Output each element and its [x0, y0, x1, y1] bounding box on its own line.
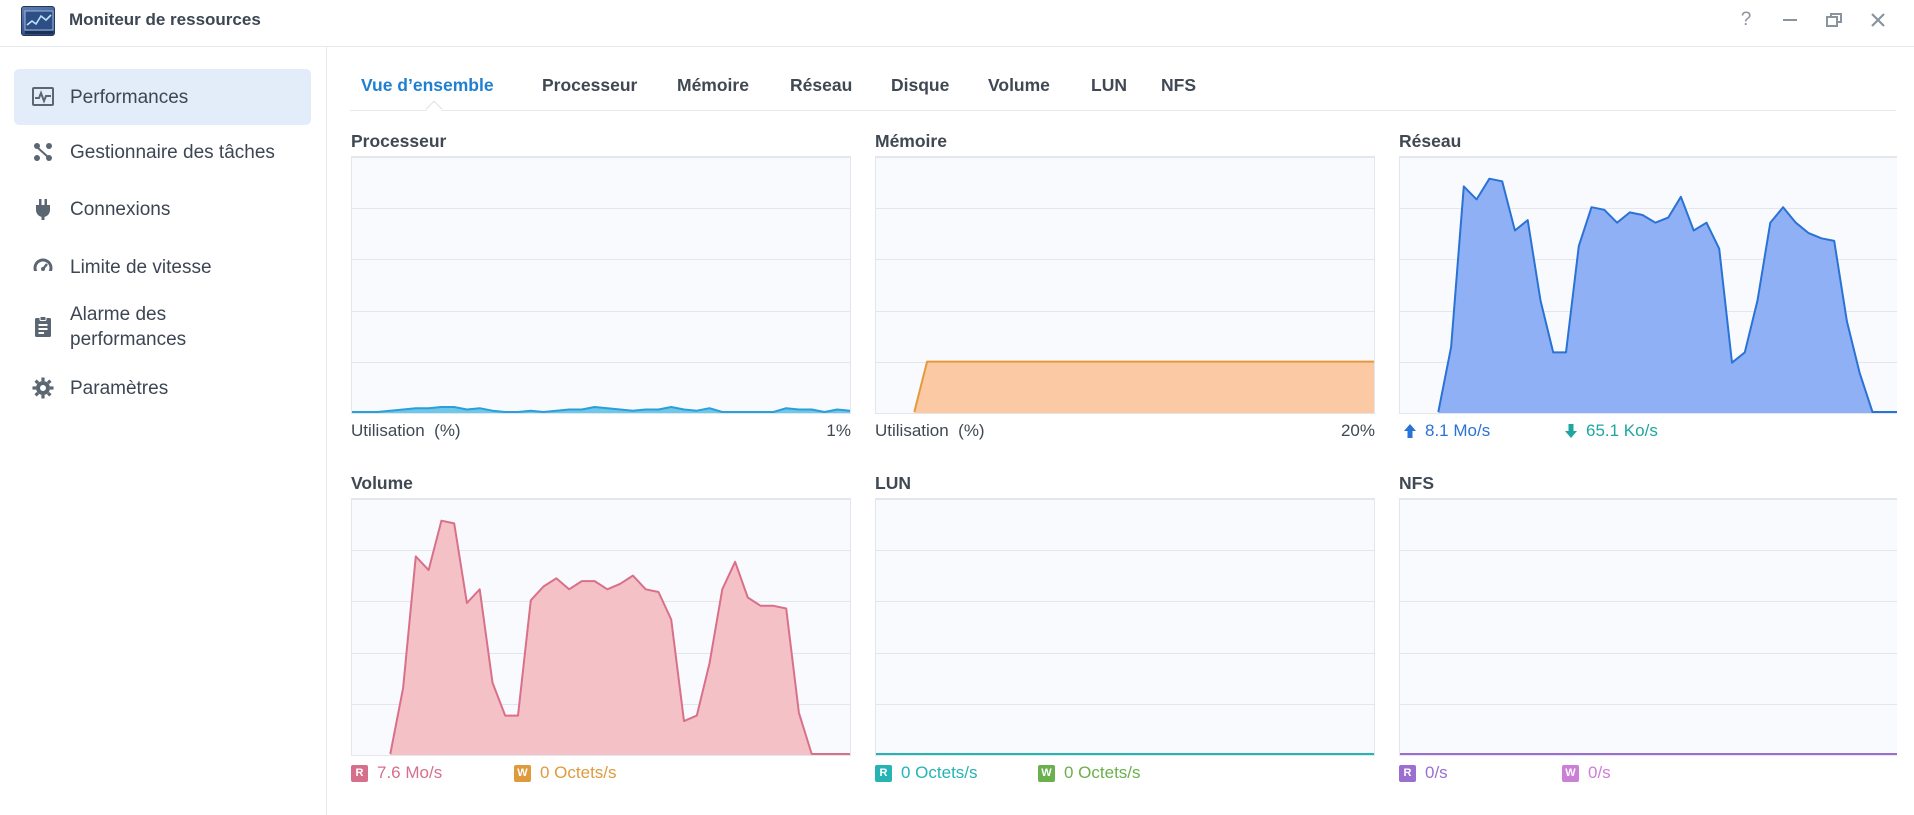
usage-label: Utilisation: [351, 421, 425, 440]
restore-button[interactable]: [1823, 9, 1845, 31]
nfs-panel[interactable]: NFS R 0/s W 0/s: [1399, 472, 1897, 792]
upload-rate: 8.1 Mo/s: [1425, 421, 1491, 440]
write-badge: W: [1562, 764, 1579, 782]
tab-nfs[interactable]: NFS: [1161, 47, 1196, 111]
write-rate: 0/s: [1588, 763, 1611, 782]
tab-bar: Vue d’ensemble Processeur Mémoire Réseau…: [350, 47, 1896, 111]
sidebar: Performances Gestionnaire des tâches Con…: [0, 47, 327, 815]
memory-usage-label: Utilisation (%): [875, 420, 985, 442]
sidebar-item-label: Paramètres: [70, 377, 169, 399]
cpu-usage-value: 1%: [826, 421, 851, 440]
tab-memory[interactable]: Mémoire: [677, 47, 749, 111]
help-button[interactable]: ?: [1735, 9, 1757, 31]
series-area: [1438, 178, 1897, 413]
panel-title: LUN: [875, 473, 911, 493]
usage-unit: (%): [958, 421, 985, 440]
tab-processor[interactable]: Processeur: [542, 47, 637, 111]
performance-chart-icon: [30, 84, 56, 110]
sidebar-item-speed-limit[interactable]: Limite de vitesse: [14, 242, 311, 292]
sidebar-item-connexions[interactable]: Connexions: [14, 184, 311, 234]
sidebar-item-label: Performances: [70, 86, 189, 108]
panel-title: Mémoire: [875, 131, 947, 151]
restore-icon: [1826, 13, 1842, 27]
minimize-button[interactable]: [1779, 9, 1801, 31]
panel-title: Réseau: [1399, 131, 1462, 151]
download-rate: 65.1 Ko/s: [1586, 421, 1658, 440]
lun-chart: [875, 498, 1375, 756]
nfs-chart: [1399, 498, 1897, 756]
sidebar-item-parametres[interactable]: Paramètres: [14, 363, 311, 413]
lun-read: R 0 Octets/s: [875, 762, 978, 784]
tab-lun[interactable]: LUN: [1091, 47, 1127, 111]
tab-disk[interactable]: Disque: [891, 47, 949, 111]
usage-unit: (%): [434, 421, 461, 440]
window-title: Moniteur de ressources: [69, 10, 261, 29]
resource-monitor-app-icon: [21, 6, 55, 36]
memory-usage-value: 20%: [1340, 421, 1375, 440]
cpu-chart: [351, 156, 851, 414]
memory-chart: [875, 156, 1375, 414]
network-upload: 8.1 Mo/s: [1403, 420, 1490, 442]
sidebar-item-label: Connexions: [70, 198, 171, 220]
plug-icon: [30, 196, 56, 222]
upload-arrow-icon: [1403, 423, 1417, 439]
read-badge: R: [875, 764, 892, 782]
download-arrow-icon: [1564, 423, 1578, 439]
network-panel[interactable]: Réseau 8.1 Mo/s 65.1 Ko/s: [1399, 130, 1897, 450]
write-badge: W: [1038, 764, 1055, 782]
nfs-write: W 0/s: [1562, 762, 1611, 784]
write-rate: 0 Octets/s: [1064, 763, 1141, 782]
close-icon: [1871, 13, 1885, 27]
sidebar-item-performance-alarm[interactable]: Alarme des performances: [14, 297, 311, 357]
sidebar-item-performances[interactable]: Performances: [14, 69, 311, 125]
lun-panel[interactable]: LUN R 0 Octets/s W 0 Octets/s: [875, 472, 1375, 792]
write-badge: W: [514, 764, 531, 782]
sidebar-item-label: Limite de vitesse: [70, 256, 212, 278]
panel-title: Volume: [351, 473, 413, 493]
title-bar: Moniteur de ressources ?: [0, 0, 1914, 47]
network-chart: [1399, 156, 1897, 414]
read-rate: 7.6 Mo/s: [377, 763, 443, 782]
write-rate: 0 Octets/s: [540, 763, 617, 782]
sidebar-item-label: Alarme des performances: [70, 304, 187, 350]
sidebar-item-task-manager[interactable]: Gestionnaire des tâches: [14, 127, 311, 177]
series-area: [914, 361, 1374, 413]
read-badge: R: [1399, 764, 1416, 782]
volume-write: W 0 Octets/s: [514, 762, 617, 784]
volume-read: R 7.6 Mo/s: [351, 762, 442, 784]
clipboard-alarm-icon: [30, 314, 56, 340]
gear-icon: [30, 375, 56, 401]
panel-title: Processeur: [351, 131, 447, 151]
read-badge: R: [351, 764, 368, 782]
lun-write: W 0 Octets/s: [1038, 762, 1141, 784]
cpu-panel[interactable]: Processeur Utilisation (%) 1%: [351, 130, 851, 450]
nfs-read: R 0/s: [1399, 762, 1448, 784]
cpu-usage-label: Utilisation (%): [351, 420, 461, 442]
tab-overview[interactable]: Vue d’ensemble: [361, 47, 494, 111]
tab-volume[interactable]: Volume: [988, 47, 1050, 111]
speedometer-icon: [30, 254, 56, 280]
help-icon: ?: [1740, 9, 1752, 30]
minimize-icon: [1783, 19, 1797, 21]
memory-panel[interactable]: Mémoire Utilisation (%) 20%: [875, 130, 1375, 450]
read-rate: 0 Octets/s: [901, 763, 978, 782]
panel-title: NFS: [1399, 473, 1434, 493]
close-button[interactable]: [1867, 9, 1889, 31]
task-manager-icon: [30, 139, 56, 165]
volume-panel[interactable]: Volume R 7.6 Mo/s W 0 Octets/s: [351, 472, 851, 792]
read-rate: 0/s: [1425, 763, 1448, 782]
volume-chart: [351, 498, 851, 756]
network-download: 65.1 Ko/s: [1564, 420, 1658, 442]
usage-label: Utilisation: [875, 421, 949, 440]
sidebar-item-label: Gestionnaire des tâches: [70, 141, 275, 163]
tab-network[interactable]: Réseau: [790, 47, 852, 111]
